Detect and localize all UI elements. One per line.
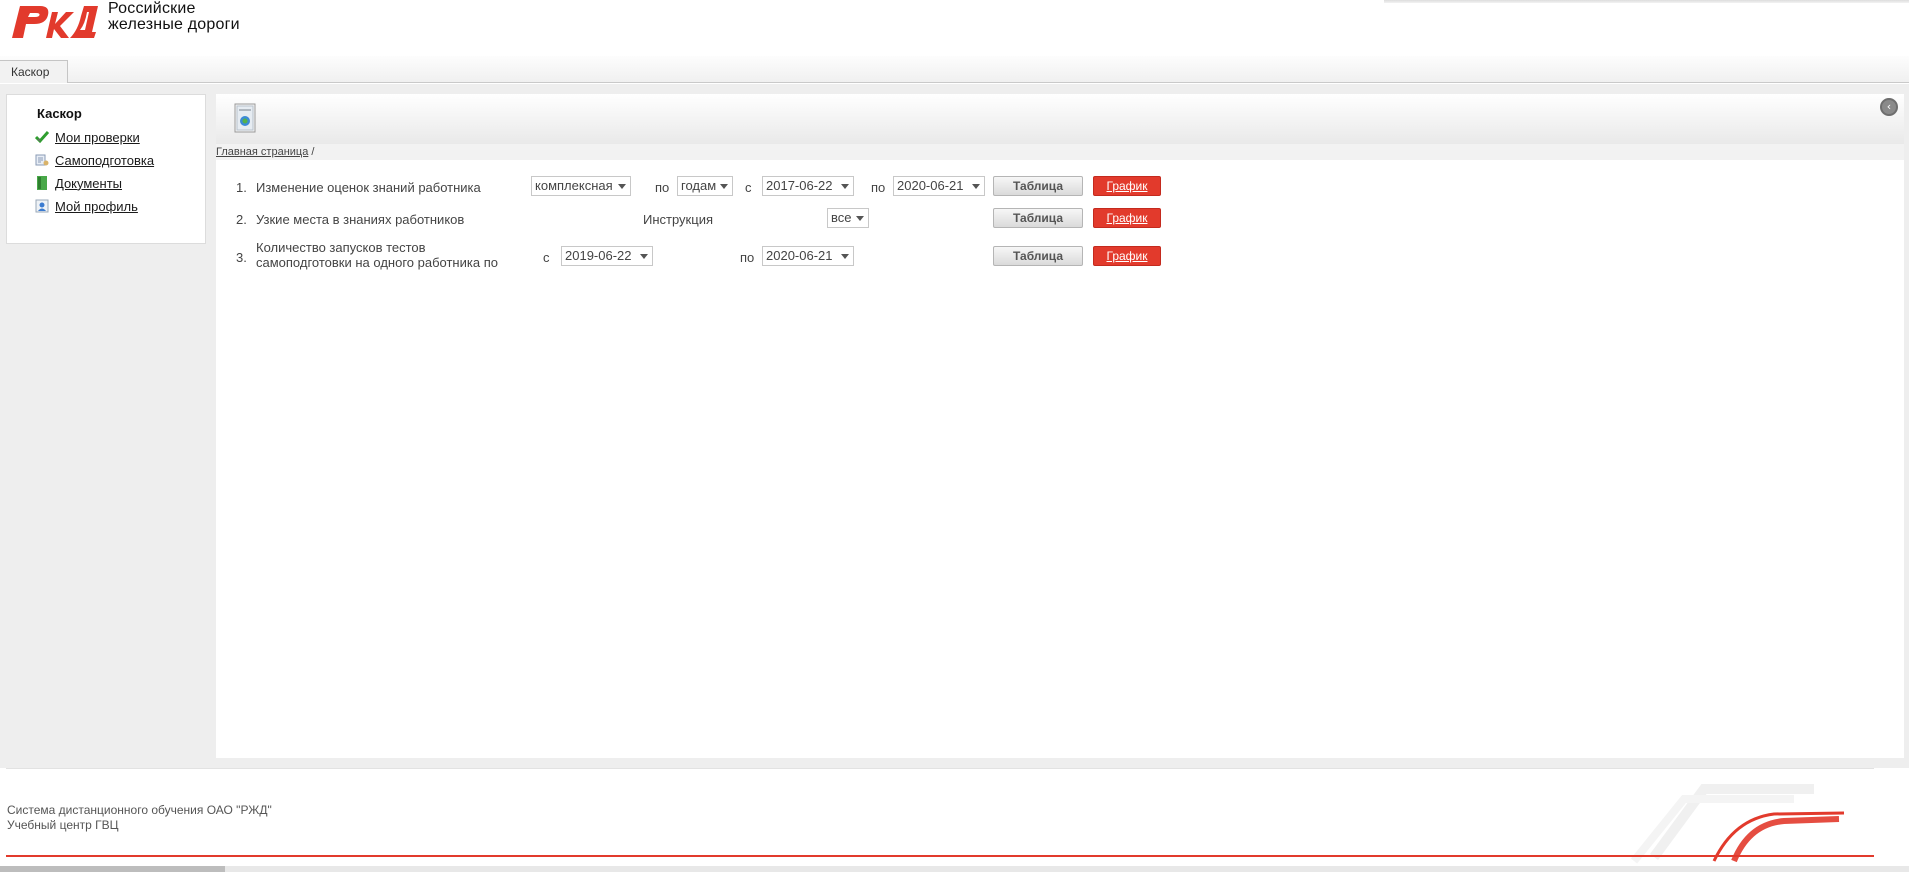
filter-select[interactable]: все xyxy=(827,208,869,228)
footer: Система дистанционного обучения ОАО "РЖД… xyxy=(6,768,1874,866)
footer-accent-line xyxy=(6,855,1874,857)
report-title: Узкие места в знаниях работников xyxy=(256,212,465,227)
from-label: с xyxy=(745,180,752,195)
document-icon xyxy=(37,176,47,190)
footer-text: Система дистанционного обучения ОАО "РЖД… xyxy=(7,803,272,833)
by-label: по xyxy=(655,180,670,195)
self-study-icon xyxy=(35,154,49,166)
to-label: по xyxy=(871,180,886,195)
table-button[interactable]: Таблица xyxy=(993,208,1083,228)
breadcrumb-separator: / xyxy=(311,146,315,158)
sidebar-item-documents[interactable]: Документы xyxy=(37,174,122,192)
report-number: 3. xyxy=(236,250,247,265)
period-select[interactable]: годам xyxy=(677,176,733,196)
report-title-line1: Количество запусков тестов xyxy=(256,240,426,255)
collapse-arrow-icon[interactable]: ‹ xyxy=(1880,98,1898,116)
report-row-2: 2. Узкие места в знаниях работников Инст… xyxy=(216,208,1904,234)
main-panel: ‹ Главная страница / 1. Изменение оценок… xyxy=(216,94,1904,758)
from-date-select[interactable]: 2017-06-22 xyxy=(762,176,854,196)
sidebar-item-self-study[interactable]: Самоподготовка xyxy=(35,151,154,169)
table-button[interactable]: Таблица xyxy=(993,176,1083,196)
horizontal-scrollbar-thumb[interactable] xyxy=(0,866,225,872)
rzd-logo[interactable]: Российские железные дороги xyxy=(8,0,268,44)
sidebar-item-my-profile[interactable]: Мой профиль xyxy=(35,197,138,215)
chart-button[interactable]: График xyxy=(1093,176,1161,196)
from-label: с xyxy=(543,250,550,265)
horizontal-scrollbar-track[interactable] xyxy=(0,866,1909,872)
footer-line-2: Учебный центр ГВЦ xyxy=(7,818,119,832)
rzd-logo-mark xyxy=(12,6,98,38)
sidebar-item-label: Мои проверки xyxy=(55,129,140,145)
sidebar: Каскор Мои проверки Самоподготовка Докум… xyxy=(6,94,206,244)
chart-button[interactable]: График xyxy=(1093,246,1161,266)
from-date-select[interactable]: 2019-06-22 xyxy=(561,246,653,266)
report-title: Количество запусков тестов самоподготовк… xyxy=(256,240,498,270)
to-date-select[interactable]: 2020-06-21 xyxy=(893,176,985,196)
report-title-line2: самоподготовки на одного работника по xyxy=(256,255,498,270)
sidebar-item-label: Самоподготовка xyxy=(55,152,155,168)
company-name-line2: железные дороги xyxy=(108,16,240,33)
main-toolbar: ‹ xyxy=(216,94,1904,144)
evaluation-type-select[interactable]: комплексная xyxy=(531,176,631,196)
chart-button[interactable]: График xyxy=(1093,208,1161,228)
checkmark-icon xyxy=(35,131,49,144)
breadcrumb: Главная страница / xyxy=(216,144,1904,160)
instruction-label: Инструкция xyxy=(643,212,713,227)
report-row-1: 1. Изменение оценок знаний работника ком… xyxy=(216,176,1904,202)
company-name-line1: Российские xyxy=(108,0,196,17)
tab-bar: Каскор xyxy=(0,56,1909,83)
footer-line-1: Система дистанционного обучения ОАО "РЖД… xyxy=(7,803,272,817)
sidebar-title: Каскор xyxy=(37,106,82,121)
sidebar-item-label: Документы xyxy=(55,175,123,191)
tab-kaskor[interactable]: Каскор xyxy=(0,60,68,83)
header-decoration xyxy=(1384,0,1909,3)
table-button[interactable]: Таблица xyxy=(993,246,1083,266)
report-title: Изменение оценок знаний работника xyxy=(256,180,481,195)
footer-swoosh-decoration xyxy=(1630,784,1845,864)
reports-icon[interactable] xyxy=(232,102,258,136)
to-date-select[interactable]: 2020-06-21 xyxy=(762,246,854,266)
report-row-3: 3. Количество запусков тестов самоподгот… xyxy=(216,238,1904,274)
sidebar-item-label: Мой профиль xyxy=(55,198,138,214)
breadcrumb-home-link[interactable]: Главная страница xyxy=(216,146,308,158)
profile-icon xyxy=(35,199,49,213)
company-name: Российские железные дороги xyxy=(108,1,240,33)
header: Российские железные дороги xyxy=(0,0,1909,56)
to-label: по xyxy=(740,250,755,265)
report-number: 2. xyxy=(236,212,247,227)
sidebar-item-my-checks[interactable]: Мои проверки xyxy=(35,128,140,146)
report-number: 1. xyxy=(236,180,247,195)
